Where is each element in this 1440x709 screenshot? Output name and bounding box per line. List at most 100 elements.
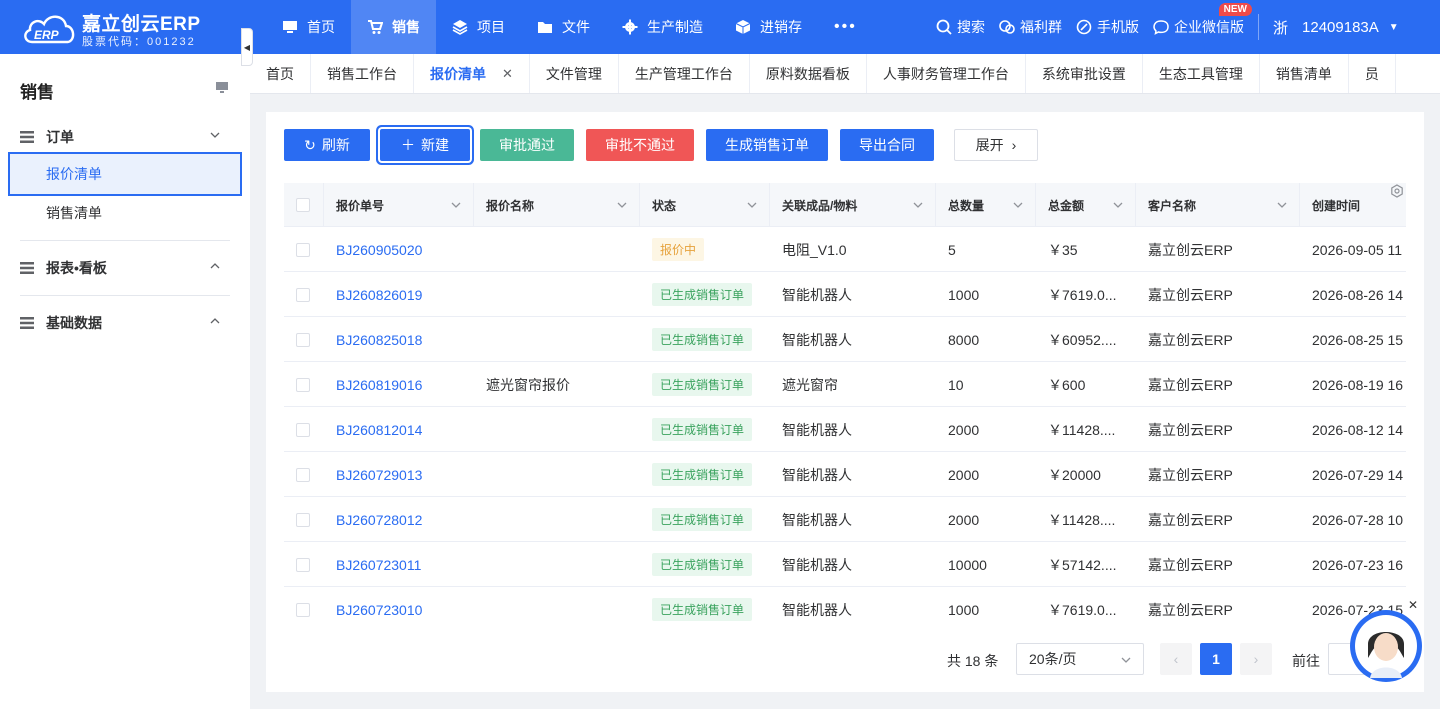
quantity-cell: 2000 xyxy=(948,421,980,438)
table-row[interactable]: BJ260826019 已生成销售订单 智能机器人 1000 ￥7619.0... 嘉立创… xyxy=(284,272,1406,317)
approve-button[interactable]: 审批通过 xyxy=(480,129,574,161)
reject-button[interactable]: 审批不通过 xyxy=(586,129,694,161)
select-all-checkbox[interactable] xyxy=(296,198,310,212)
tab-sales-list[interactable]: 销售清单 xyxy=(1260,54,1349,93)
tab-production-workbench[interactable]: 生产管理工作台 xyxy=(619,54,750,93)
tool-label: 手机版 xyxy=(1097,19,1139,35)
quotation-no-cell[interactable]: BJ260728012 xyxy=(324,497,474,542)
nav-label: 文件 xyxy=(562,19,590,35)
row-checkbox[interactable] xyxy=(296,242,310,257)
chat-group-icon xyxy=(999,20,1015,34)
settings-icon[interactable] xyxy=(1390,184,1404,198)
column-header[interactable]: 状态 xyxy=(640,183,770,227)
tab-sales-workbench[interactable]: 销售工作台 xyxy=(311,54,414,93)
wecom-version-button[interactable]: 企业微信版 NEW xyxy=(1153,3,1252,37)
page-button-current[interactable]: 1 xyxy=(1200,643,1232,675)
column-header[interactable]: 总数量 xyxy=(936,183,1036,227)
quantity-cell: 8000 xyxy=(948,331,980,348)
refresh-button[interactable]: ↻ 刷新 xyxy=(284,129,370,161)
nav-inventory[interactable]: 进销存 xyxy=(719,0,818,54)
table-row[interactable]: BJ260905020 报价中 电阻_V1.0 5 ￥35 嘉立创云ERP 2026-09-… xyxy=(284,227,1406,272)
page-size-select[interactable]: 20条/页 xyxy=(1016,643,1144,675)
quotation-no-cell[interactable]: BJ260825018 xyxy=(324,317,474,362)
table-row[interactable]: BJ260728012 已生成销售订单 智能机器人 2000 ￥11428.... 嘉立创… xyxy=(284,497,1406,542)
tab-file-management[interactable]: 文件管理 xyxy=(530,54,619,93)
product-cell: 电阻_V1.0 xyxy=(782,241,847,258)
table-row[interactable]: BJ260723011 已生成销售订单 智能机器人 10000 ￥57142.... 嘉立… xyxy=(284,542,1406,587)
quotation-no-cell[interactable]: BJ260729013 xyxy=(324,452,474,497)
prev-page-button[interactable]: ‹ xyxy=(1160,643,1192,675)
row-checkbox[interactable] xyxy=(296,332,310,347)
table-row[interactable]: BJ260729013 已生成销售订单 智能机器人 2000 ￥20000 嘉立创云ERP… xyxy=(284,452,1406,497)
column-header[interactable]: 报价名称 xyxy=(474,183,640,227)
sidebar-item-quotation-list[interactable]: 报价清单 xyxy=(8,152,242,196)
quotation-no-cell[interactable]: BJ260723011 xyxy=(324,542,474,587)
tab-material-dashboard[interactable]: 原料数据看板 xyxy=(750,54,867,93)
row-checkbox[interactable] xyxy=(296,467,310,482)
column-header[interactable]: 报价单号 xyxy=(324,183,474,227)
mobile-version-button[interactable]: 手机版 xyxy=(1076,17,1139,37)
row-checkbox[interactable] xyxy=(296,377,310,392)
tabs-bar: 首页 销售工作台 报价清单 ✕ 文件管理 生产管理工作台 原料数据看板 人事财务管… xyxy=(250,54,1440,94)
quantity-cell: 10000 xyxy=(948,556,987,573)
nav-file[interactable]: 文件 xyxy=(521,0,606,54)
expand-filters-button[interactable]: 展开 › xyxy=(954,129,1038,161)
tab-hr-finance-workbench[interactable]: 人事财务管理工作台 xyxy=(867,54,1026,93)
row-checkbox[interactable] xyxy=(296,602,310,617)
tab-quotation-list[interactable]: 报价清单 ✕ xyxy=(414,54,530,93)
table-row[interactable]: BJ260819016 遮光窗帘报价 已生成销售订单 遮光窗帘 10 ￥600 嘉立创云ER… xyxy=(284,362,1406,407)
assistant-close-icon[interactable]: ✕ xyxy=(1408,598,1418,612)
close-icon[interactable]: ✕ xyxy=(502,66,513,82)
sidebar-group-order[interactable]: 订单 xyxy=(20,123,230,151)
assistant-avatar[interactable] xyxy=(1350,610,1422,682)
next-page-button[interactable]: › xyxy=(1240,643,1272,675)
tab-home[interactable]: 首页 xyxy=(250,54,311,93)
sidebar-group-basic-data[interactable]: 基础数据 xyxy=(20,309,230,337)
column-header[interactable]: 关联成品/物料 xyxy=(770,183,936,227)
quotation-table: 报价单号 报价名称 状态 关联成品/物料 总数量 总金额 客户名称 创建时间 B… xyxy=(284,183,1406,627)
row-select-cell xyxy=(284,227,324,272)
quotation-no-cell[interactable]: BJ260812014 xyxy=(324,407,474,452)
nav-project[interactable]: 项目 xyxy=(436,0,521,54)
generate-sales-order-button[interactable]: 生成销售订单 xyxy=(706,129,828,161)
link-icon xyxy=(1076,19,1092,35)
quotation-no-cell[interactable]: BJ260723010 xyxy=(324,587,474,627)
tab-eco-tools[interactable]: 生态工具管理 xyxy=(1143,54,1260,93)
nav-manufacturing[interactable]: 生产制造 xyxy=(606,0,719,54)
button-label: 刷新 xyxy=(321,137,350,153)
welfare-group-button[interactable]: 福利群 xyxy=(999,17,1062,37)
create-button[interactable]: ＋ 新建 xyxy=(380,129,470,161)
user-menu[interactable]: 浙 12409183A ▼ xyxy=(1273,17,1399,38)
top-tools: 搜索 福利群 手机版 企业微信版 NEW 浙 12409183A ▼ xyxy=(936,0,1399,54)
sidebar-item-sales-list[interactable]: 销售清单 xyxy=(8,191,242,235)
nav-home[interactable]: 首页 xyxy=(266,0,351,54)
quotation-no-cell[interactable]: BJ260819016 xyxy=(324,362,474,407)
column-header[interactable]: 总金额 xyxy=(1036,183,1136,227)
table-row[interactable]: BJ260812014 已生成销售订单 智能机器人 2000 ￥11428.... 嘉立创… xyxy=(284,407,1406,452)
tab-approval-settings[interactable]: 系统审批设置 xyxy=(1026,54,1143,93)
brand-logo[interactable]: ERP 嘉立创云ERP 股票代码：001232 xyxy=(22,8,212,48)
sidebar-group-reports[interactable]: 报表•看板 xyxy=(20,254,230,282)
sidebar-collapse-toggle[interactable]: ◀ xyxy=(241,28,253,66)
sidebar-item-label: 销售清单 xyxy=(46,205,102,221)
nav-sales[interactable]: 销售 xyxy=(351,0,436,54)
tab-truncated[interactable]: 员 xyxy=(1349,54,1396,93)
row-checkbox[interactable] xyxy=(296,557,310,572)
select-all-cell xyxy=(284,183,324,227)
column-header[interactable]: 客户名称 xyxy=(1136,183,1300,227)
tab-label: 原料数据看板 xyxy=(765,66,850,82)
amount-cell: ￥20000 xyxy=(1048,466,1101,483)
quotation-no-cell[interactable]: BJ260826019 xyxy=(324,272,474,317)
table-row[interactable]: BJ260723010 已生成销售订单 智能机器人 1000 ￥7619.0... 嘉立创… xyxy=(284,587,1406,627)
monitor-pin-icon[interactable] xyxy=(214,81,230,95)
table-row[interactable]: BJ260825018 已生成销售订单 智能机器人 8000 ￥60952.... 嘉立创… xyxy=(284,317,1406,362)
row-checkbox[interactable] xyxy=(296,422,310,437)
nav-more-button[interactable]: ••• xyxy=(818,0,873,54)
export-contract-button[interactable]: 导出合同 xyxy=(840,129,934,161)
chevron-down-icon xyxy=(747,202,757,208)
quotation-no-cell[interactable]: BJ260905020 xyxy=(324,227,474,272)
row-checkbox[interactable] xyxy=(296,512,310,527)
search-button[interactable]: 搜索 xyxy=(936,17,985,37)
created-time-cell: 2026-08-26 14 xyxy=(1312,286,1404,303)
row-checkbox[interactable] xyxy=(296,287,310,302)
